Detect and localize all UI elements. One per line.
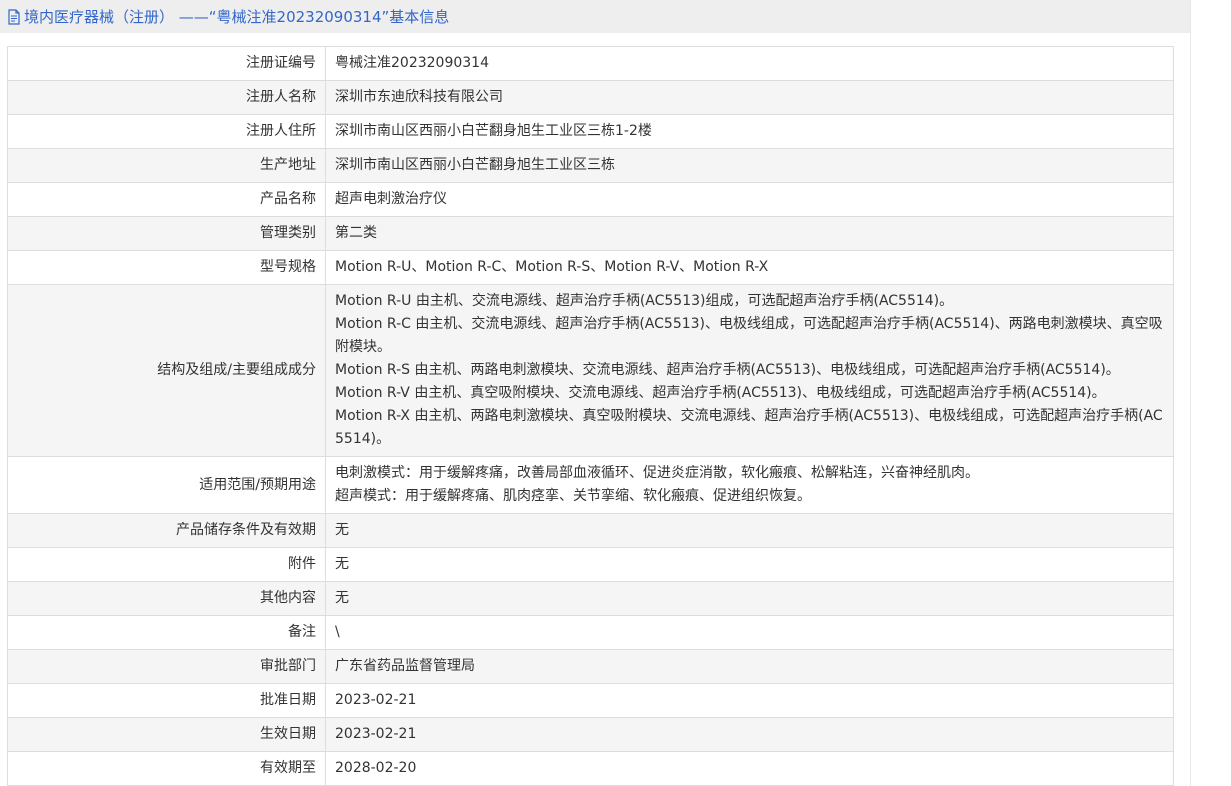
field-value: 深圳市南山区西丽小白芒翻身旭生工业区三栋 (325, 148, 1174, 183)
table-row: 产品名称 超声电刺激治疗仪 (7, 182, 1174, 217)
info-table: 注册证编号 粤械注准20232090314 注册人名称 深圳市东迪欣科技有限公司 注册人… (7, 46, 1174, 786)
field-label: 注册证编号 (7, 46, 326, 81)
field-value-line: Motion R-V 由主机、真空吸附模块、交流电源线、超声治疗手柄(AC551… (335, 385, 1106, 401)
field-label: 管理类别 (7, 216, 326, 251)
field-value: Motion R-U、Motion R-C、Motion R-S、Motion … (325, 250, 1174, 285)
table-row: 审批部门 广东省药品监督管理局 (7, 649, 1174, 684)
field-value-line: Motion R-S 由主机、两路电刺激模块、交流电源线、超声治疗手柄(AC55… (335, 362, 1120, 378)
field-value: Motion R-U 由主机、交流电源线、超声治疗手柄(AC5513)组成，可选… (325, 284, 1174, 457)
table-row: 注册证编号 粤械注准20232090314 (7, 46, 1174, 81)
field-value: 粤械注准20232090314 (325, 46, 1174, 81)
field-label: 结构及组成/主要组成成分 (7, 284, 326, 457)
table-row: 备注 \ (7, 615, 1174, 650)
table-row: 生效日期 2023-02-21 (7, 717, 1174, 752)
field-value-line: Motion R-C 由主机、交流电源线、超声治疗手柄(AC5513)、电极线组… (335, 316, 1163, 355)
table-row: 结构及组成/主要组成成分 Motion R-U 由主机、交流电源线、超声治疗手柄(… (7, 284, 1174, 457)
field-value-line: 电刺激模式：用于缓解疼痛，改善局部血液循环、促进炎症消散，软化瘢痕、松解粘连，兴… (335, 465, 979, 481)
title-bar: 境内医疗器械（注册） ——“粤械注准20232090314”基本信息 (0, 0, 1190, 33)
field-label: 审批部门 (7, 649, 326, 684)
field-label: 产品名称 (7, 182, 326, 217)
field-value: 无 (325, 547, 1174, 582)
field-label: 注册人住所 (7, 114, 326, 149)
table-row: 管理类别 第二类 (7, 216, 1174, 251)
table-row: 注册人住所 深圳市南山区西丽小白芒翻身旭生工业区三栋1-2楼 (7, 114, 1174, 149)
table-row: 型号规格 Motion R-U、Motion R-C、Motion R-S、Mot… (7, 250, 1174, 285)
field-value: \ (325, 615, 1174, 650)
field-label: 附件 (7, 547, 326, 582)
table-row: 适用范围/预期用途 电刺激模式：用于缓解疼痛，改善局部血液循环、促进炎症消散，软化… (7, 456, 1174, 514)
field-label: 其他内容 (7, 581, 326, 616)
field-value: 广东省药品监督管理局 (325, 649, 1174, 684)
table-row: 其他内容无 (7, 581, 1174, 616)
document-icon (7, 8, 21, 25)
field-value: 2028-02-20 (325, 751, 1174, 786)
field-value: 2023-02-21 (325, 717, 1174, 752)
field-label: 备注 (7, 615, 326, 650)
field-value: 无 (325, 513, 1174, 548)
field-label: 注册人名称 (7, 80, 326, 115)
field-value-line: 超声模式：用于缓解疼痛、肌肉痉挛、关节挛缩、软化瘢痕、促进组织恢复。 (335, 488, 811, 504)
field-value: 第二类 (325, 216, 1174, 251)
field-value-line: Motion R-U 由主机、交流电源线、超声治疗手柄(AC5513)组成，可选… (335, 293, 954, 309)
table-row: 批准日期 2023-02-21 (7, 683, 1174, 718)
field-value: 深圳市东迪欣科技有限公司 (325, 80, 1174, 115)
field-value: 超声电刺激治疗仪 (325, 182, 1174, 217)
field-label: 适用范围/预期用途 (7, 456, 326, 514)
field-label: 生效日期 (7, 717, 326, 752)
table-row: 注册人名称 深圳市东迪欣科技有限公司 (7, 80, 1174, 115)
field-label: 批准日期 (7, 683, 326, 718)
field-value: 电刺激模式：用于缓解疼痛，改善局部血液循环、促进炎症消散，软化瘢痕、松解粘连，兴… (325, 456, 1174, 514)
field-value-line: Motion R-X 由主机、两路电刺激模块、真空吸附模块、交流电源线、超声治疗… (335, 408, 1163, 447)
page-title: 境内医疗器械（注册） ——“粤械注准20232090314”基本信息 (24, 8, 450, 26)
field-label: 生产地址 (7, 148, 326, 183)
page: 境内医疗器械（注册） ——“粤械注准20232090314”基本信息 注册证编号… (0, 0, 1231, 786)
scrollbar-track[interactable] (1190, 0, 1191, 786)
field-value: 无 (325, 581, 1174, 616)
table-row: 产品储存条件及有效期无 (7, 513, 1174, 548)
field-value: 2023-02-21 (325, 683, 1174, 718)
table-row: 有效期至 2028-02-20 (7, 751, 1174, 786)
table-row: 生产地址 深圳市南山区西丽小白芒翻身旭生工业区三栋 (7, 148, 1174, 183)
table-row: 附件无 (7, 547, 1174, 582)
field-value: 深圳市南山区西丽小白芒翻身旭生工业区三栋1-2楼 (325, 114, 1174, 149)
field-label: 型号规格 (7, 250, 326, 285)
field-label: 产品储存条件及有效期 (7, 513, 326, 548)
field-label: 有效期至 (7, 751, 326, 786)
